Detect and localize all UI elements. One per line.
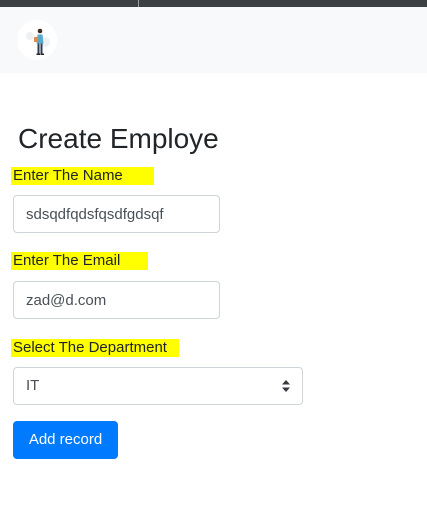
navbar: [0, 7, 427, 73]
name-label: Enter The Name: [11, 167, 154, 185]
tab-divider: [138, 0, 139, 7]
department-label: Select The Department: [11, 339, 179, 357]
up-down-caret-icon: [282, 380, 290, 392]
page-title: Create Employe: [18, 123, 219, 154]
brand-logo-link[interactable]: [17, 20, 57, 60]
add-record-button[interactable]: Add record: [13, 421, 118, 459]
email-label: Enter The Email: [11, 252, 148, 270]
email-input[interactable]: [13, 281, 220, 319]
department-select[interactable]: IT: [13, 367, 303, 405]
window-top-strip: [0, 0, 427, 7]
department-selected-value: IT: [26, 377, 40, 394]
person-with-suitcase-logo-icon: [17, 20, 57, 60]
name-input[interactable]: [13, 195, 220, 233]
